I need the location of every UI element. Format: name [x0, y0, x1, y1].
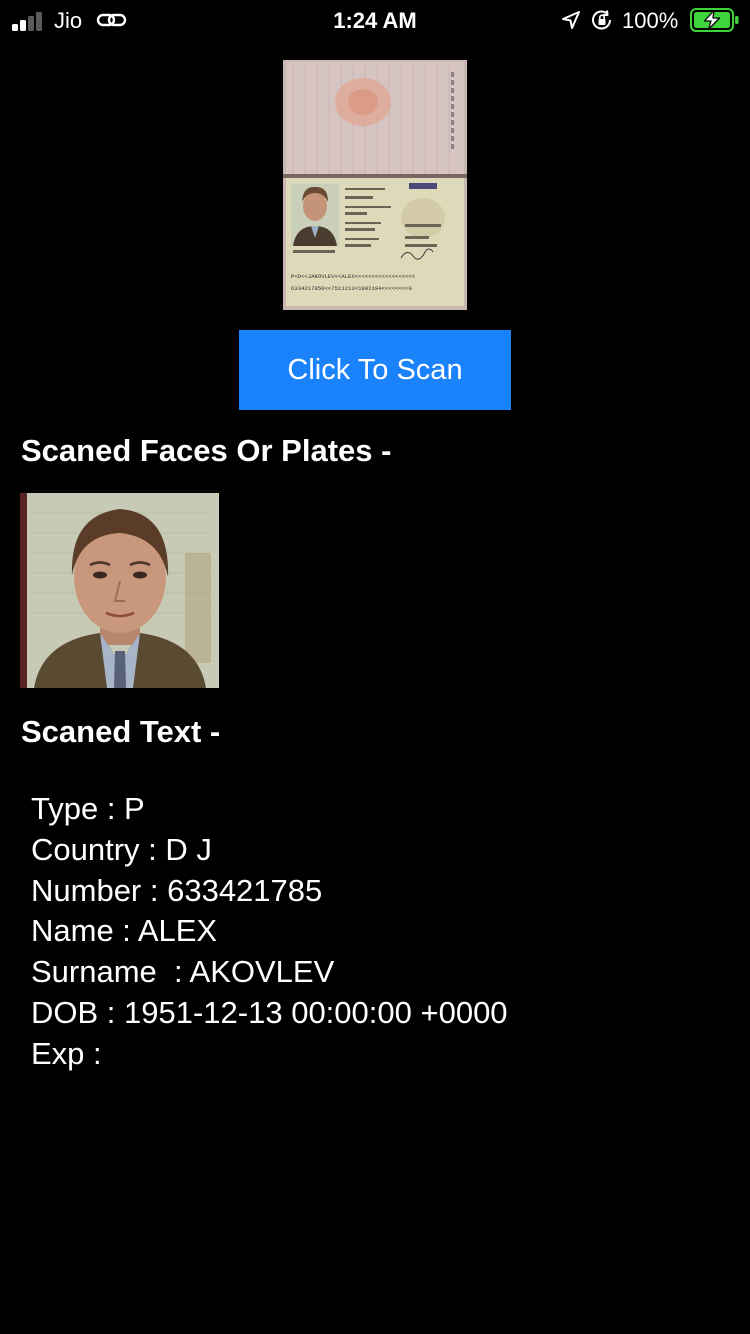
- battery-percent: 100%: [622, 8, 679, 33]
- field-name: Name : ALEX: [31, 913, 218, 949]
- scanned-fields-list: Type : P Country : D J Number : 63342178…: [31, 789, 508, 1075]
- location-arrow-icon: [562, 11, 580, 29]
- click-to-scan-button[interactable]: Click To Scan: [239, 330, 511, 410]
- field-number: Number : 633421785: [31, 872, 323, 908]
- passport-preview-image: P<D<<JAKOVLEV<<ALEX<<<<<<<<<<<<<<<<<< 63…: [283, 60, 467, 310]
- scanned-text-heading: Scaned Text -: [21, 714, 221, 749]
- battery-charging-icon: [690, 8, 739, 32]
- rotation-lock-icon: [592, 10, 611, 30]
- scanned-faces-heading: Scaned Faces Or Plates -: [21, 433, 392, 468]
- field-surname: Surname : AKOVLEV: [31, 954, 335, 990]
- mrz-line-1: P<D<<JAKOVLEV<<ALEX<<<<<<<<<<<<<<<<<<: [291, 273, 416, 280]
- field-dob: DOB : 1951-12-13 00:00:00 +0000: [31, 994, 508, 1030]
- scanned-face-image: [20, 493, 219, 688]
- field-country: Country : D J: [31, 831, 212, 867]
- field-type: Type : P: [31, 791, 145, 826]
- field-exp: Exp :: [31, 1035, 102, 1071]
- status-bar: Jio 1:24 AM 100%: [0, 0, 750, 40]
- mrz-line-2: 6334217850<<7511213<1902194<<<<<<<<0: [291, 285, 412, 292]
